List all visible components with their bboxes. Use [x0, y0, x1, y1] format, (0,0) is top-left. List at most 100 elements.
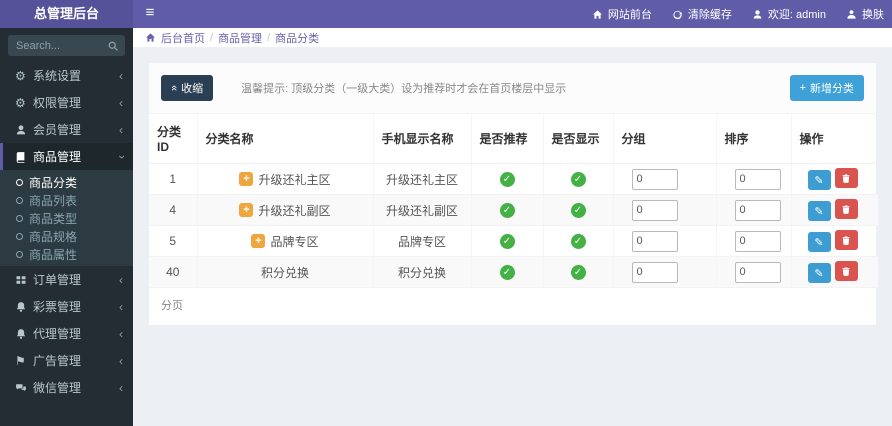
group-input[interactable] [631, 199, 678, 221]
products-submenu: 商品分类 商品列表 商品类型 商品规格 商品属性 [0, 170, 133, 266]
sidebar-item-ads[interactable]: ⚑ 广告管理 ‹ [0, 347, 133, 374]
expand-icon[interactable]: + [239, 172, 254, 186]
topbar-links: 网站前台 清除缓存 欢迎: admin 换肤 [592, 0, 884, 28]
sidebar-item-product-types[interactable]: 商品类型 [0, 209, 133, 227]
pencil-icon: ✎ [814, 174, 824, 187]
app-title: 总管理后台 [0, 0, 133, 28]
gear-icon: ⚙ [15, 68, 26, 83]
chevron-left-icon: ‹ [119, 326, 123, 341]
comments-icon [15, 382, 33, 394]
edit-button[interactable]: ✎ [807, 170, 831, 190]
cell-id: 4 [149, 194, 198, 226]
clear-cache-link[interactable]: 清除缓存 [672, 6, 732, 22]
edit-button[interactable]: ✎ [807, 232, 831, 252]
cell-id: 40 [149, 256, 198, 288]
breadcrumb-home[interactable]: 后台首页 [161, 30, 205, 46]
sidebar-item-product-specs[interactable]: 商品规格 [0, 227, 133, 245]
group-input[interactable] [631, 168, 678, 190]
tip-text: 温馨提示: 顶级分类（一级大类）设为推荐时才会在首页楼层中显示 [241, 83, 567, 95]
group-input[interactable] [631, 230, 678, 252]
chevron-left-icon: ‹ [119, 353, 123, 368]
chevron-left-icon: ‹ [119, 272, 123, 287]
sidebar-item-product-categories[interactable]: 商品分类 [0, 173, 133, 191]
panel-toolbar: « 收缩 温馨提示: 顶级分类（一级大类）设为推荐时才会在首页楼层中显示 + 新… [149, 63, 876, 114]
sort-input[interactable] [734, 230, 781, 252]
recommend-check-icon[interactable]: ✓ [499, 172, 515, 187]
show-check-icon[interactable]: ✓ [570, 172, 586, 187]
plus-icon: + [799, 82, 806, 94]
sidebar-item-wechat[interactable]: 微信管理 ‹ [0, 374, 133, 401]
cell-mobile-name: 积分兑换 [373, 256, 472, 288]
recommend-check-icon[interactable]: ✓ [499, 203, 515, 218]
pencil-icon: ✎ [814, 205, 824, 218]
show-check-icon[interactable]: ✓ [570, 234, 586, 249]
group-input[interactable] [631, 261, 678, 283]
breadcrumb-current[interactable]: 商品分类 [275, 30, 319, 46]
sort-input[interactable] [734, 168, 781, 190]
recommend-check-icon[interactable]: ✓ [499, 234, 515, 249]
sidebar-item-product-list[interactable]: 商品列表 [0, 191, 133, 209]
recommend-check-icon[interactable]: ✓ [499, 265, 515, 280]
search-input[interactable] [8, 35, 101, 56]
edit-button[interactable]: ✎ [807, 201, 831, 221]
cell-name: 升级还礼副区 [258, 203, 331, 218]
collapse-button[interactable]: « 收缩 [161, 75, 214, 101]
col-header-id: 分类ID [149, 114, 198, 164]
sidebar-item-products[interactable]: 商品管理 ‹ [0, 143, 133, 170]
cell-mobile-name: 升级还礼副区 [373, 194, 472, 226]
pencil-icon: ✎ [814, 236, 824, 249]
welcome-admin[interactable]: 欢迎: admin [752, 6, 826, 22]
change-skin-link[interactable]: 换肤 [846, 6, 884, 22]
delete-button[interactable] [834, 261, 858, 281]
bell-icon [15, 328, 33, 340]
sidebar-item-product-attrs[interactable]: 商品属性 [0, 245, 133, 263]
category-panel: « 收缩 温馨提示: 顶级分类（一级大类）设为推荐时才会在首页楼层中显示 + 新… [148, 62, 878, 326]
sidebar-item-orders[interactable]: 订单管理 ‹ [0, 266, 133, 293]
circle-icon [16, 250, 23, 258]
pencil-icon: ✎ [814, 267, 824, 280]
expand-icon[interactable]: + [239, 203, 254, 217]
top-navbar: 总管理后台 ≡ 网站前台 清除缓存 欢迎: admin 换肤 [0, 0, 892, 28]
delete-button[interactable] [834, 230, 858, 250]
chevron-left-icon: ‹ [119, 380, 123, 395]
sidebar-item-permissions[interactable]: ⚙ 权限管理 ‹ [0, 89, 133, 116]
sidebar-toggle-icon[interactable]: ≡ [133, 0, 167, 28]
cell-mobile-name: 升级还礼主区 [373, 163, 472, 195]
table-header-row: 分类ID 分类名称 手机显示名称 是否推荐 是否显示 分组 排序 操作 [149, 114, 878, 164]
sidebar-item-agents[interactable]: 代理管理 ‹ [0, 320, 133, 347]
table-row: 1 + 升级还礼主区 升级还礼主区 ✓ ✓ ✎ [149, 163, 878, 195]
trash-icon [841, 204, 851, 215]
add-category-button[interactable]: + 新增分类 [789, 75, 864, 101]
sidebar-item-lottery[interactable]: 彩票管理 ‹ [0, 293, 133, 320]
circle-icon [16, 178, 23, 186]
frontend-link[interactable]: 网站前台 [592, 6, 652, 22]
sort-input[interactable] [734, 261, 781, 283]
show-check-icon[interactable]: ✓ [570, 265, 586, 280]
circle-icon [16, 232, 23, 240]
sort-input[interactable] [734, 199, 781, 221]
col-header-name: 分类名称 [197, 114, 374, 164]
delete-button[interactable] [834, 168, 858, 188]
sidebar-item-members[interactable]: 会员管理 ‹ [0, 116, 133, 143]
breadcrumb-products[interactable]: 商品管理 [218, 30, 262, 46]
home-icon [145, 32, 156, 43]
pagination-label: 分页 [161, 300, 183, 312]
trash-icon [841, 266, 851, 277]
expand-icon[interactable]: + [251, 234, 266, 248]
show-check-icon[interactable]: ✓ [570, 203, 586, 218]
breadcrumb: 后台首页 / 商品管理 / 商品分类 [133, 28, 892, 47]
table-row: 40 积分兑换 积分兑换 ✓ ✓ ✎ [149, 256, 878, 288]
chevron-down-icon: ‹ [114, 154, 128, 159]
refresh-icon [672, 9, 683, 20]
sidebar-item-system-settings[interactable]: ⚙ 系统设置 ‹ [0, 62, 133, 89]
sidebar: ⚙ 系统设置 ‹ ⚙ 权限管理 ‹ 会员管理 ‹ 商品管理 ‹ 商品分类 商品列… [0, 28, 133, 426]
delete-button[interactable] [834, 199, 858, 219]
chevron-left-icon: ‹ [119, 299, 123, 314]
flag-icon: ⚑ [15, 353, 26, 368]
cell-name: 积分兑换 [260, 265, 309, 280]
cell-id: 5 [149, 225, 198, 257]
edit-button[interactable]: ✎ [807, 263, 831, 283]
search-icon[interactable] [101, 35, 125, 56]
home-icon [592, 9, 603, 20]
cell-mobile-name: 品牌专区 [373, 225, 472, 257]
